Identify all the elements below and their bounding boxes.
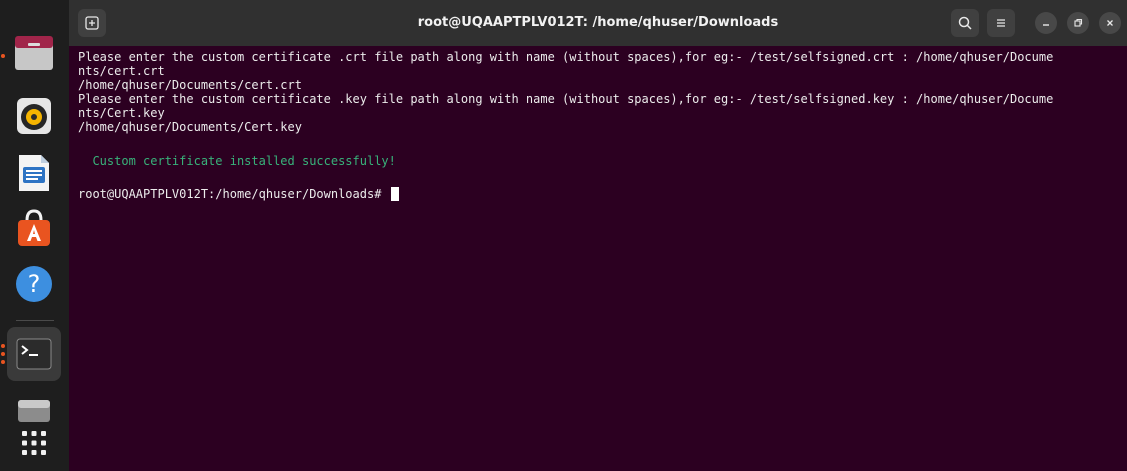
minimize-button[interactable]	[1035, 12, 1057, 34]
dock-app-center[interactable]	[7, 201, 61, 255]
close-button[interactable]	[1099, 12, 1121, 34]
terminal-icon	[16, 338, 52, 370]
header-bar: root@UQAAPTPLV012T: /home/qhuser/Downloa…	[69, 0, 1127, 46]
restore-button[interactable]	[1067, 12, 1089, 34]
terminal-line: nts/cert.crt	[78, 64, 165, 78]
hamburger-icon	[997, 19, 1005, 27]
dock-separator	[16, 320, 54, 321]
terminal-line: /home/qhuser/Documents/cert.crt	[78, 78, 302, 92]
running-indicator	[1, 344, 5, 348]
close-icon	[1107, 20, 1113, 26]
grid-icon	[22, 431, 46, 455]
help-icon: ?	[16, 266, 52, 302]
menu-button[interactable]	[987, 9, 1015, 37]
restore-icon	[1074, 18, 1083, 27]
speaker-icon	[17, 98, 51, 134]
running-indicator	[1, 360, 5, 364]
terminal-line: nts/Cert.key	[78, 106, 165, 120]
dock-rhythmbox[interactable]	[7, 89, 61, 143]
dock-show-apps[interactable]	[7, 416, 61, 470]
success-message: Custom certificate installed successfull…	[78, 154, 396, 168]
running-indicator	[1, 352, 5, 356]
new-tab-icon	[85, 16, 99, 30]
terminal-line: Please enter the custom certificate .crt…	[78, 50, 1054, 64]
new-tab-button[interactable]	[78, 9, 106, 37]
search-icon	[958, 16, 972, 30]
prompt-line: root@UQAAPTPLV012T:/home/qhuser/Download…	[78, 187, 399, 201]
minimize-icon	[1043, 24, 1049, 26]
shell-prompt: root@UQAAPTPLV012T:/home/qhuser/Download…	[78, 187, 382, 201]
files-folder-icon	[15, 36, 53, 70]
svg-text:?: ?	[28, 270, 41, 298]
dock-files[interactable]	[7, 26, 61, 80]
document-icon	[19, 155, 49, 191]
dock-help[interactable]: ?	[7, 257, 61, 311]
dock-terminal[interactable]	[7, 327, 61, 381]
running-indicator	[1, 54, 5, 58]
terminal-line: /home/qhuser/Documents/Cert.key	[78, 120, 302, 134]
store-bag-icon	[18, 209, 50, 246]
search-button[interactable]	[951, 9, 979, 37]
text-cursor	[390, 187, 399, 201]
dock: ?	[0, 0, 69, 471]
terminal-line: Please enter the custom certificate .key…	[78, 92, 1054, 106]
terminal-output[interactable]: Please enter the custom certificate .crt…	[69, 46, 1127, 471]
dock-writer[interactable]	[7, 146, 61, 200]
